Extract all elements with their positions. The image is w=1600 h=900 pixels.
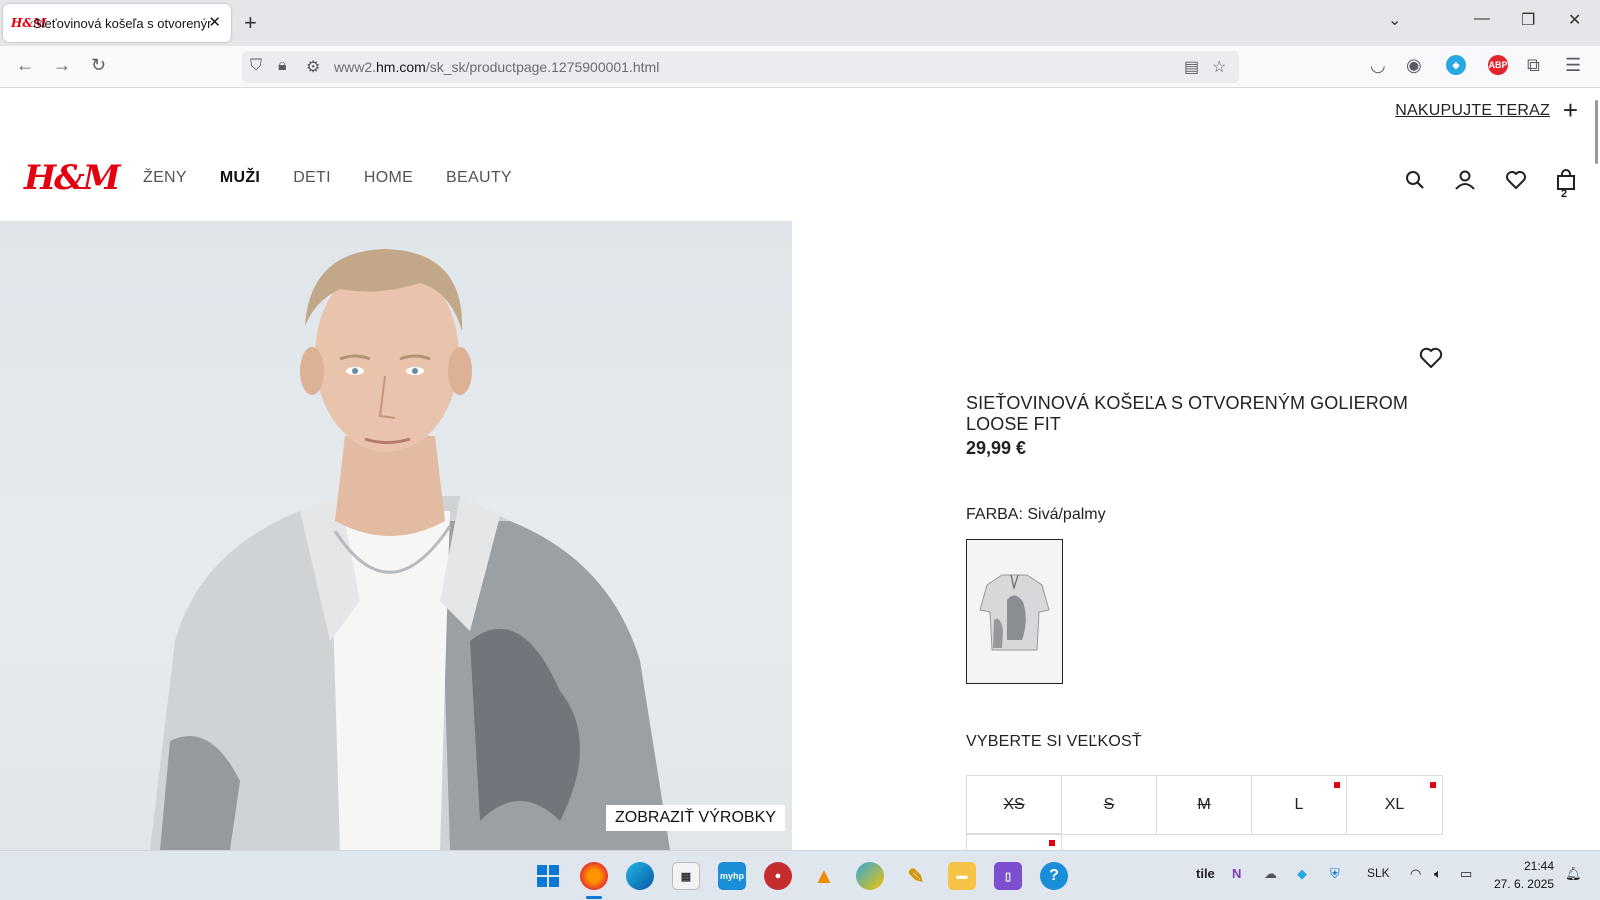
url-bar[interactable]: ⛉ 🔒︎ ⚙ www2.hm.com/sk_sk/productpage.127…	[242, 51, 1239, 83]
color-swatch-gray-palms[interactable]	[966, 539, 1063, 684]
onedrive-cloud-icon[interactable]: ☁	[1264, 866, 1277, 882]
permissions-icon[interactable]: ⚙	[306, 57, 320, 77]
edge-taskbar-icon[interactable]	[626, 862, 654, 890]
minimize-button[interactable]: —	[1474, 10, 1490, 28]
size-option-xs[interactable]: XS	[967, 776, 1062, 834]
windows-start-icon[interactable]	[534, 862, 562, 890]
shop-now-plus-icon[interactable]: +	[1563, 96, 1578, 124]
size-option-l[interactable]: L	[1252, 776, 1347, 834]
product-title: SIEŤOVINOVÁ KOŠEĽA S OTVORENÝM GOLIEROM …	[966, 393, 1408, 434]
bookmark-star-icon[interactable]: ☆	[1212, 57, 1226, 77]
extension-fox-icon[interactable]: ◆	[1446, 55, 1466, 75]
hm-logo[interactable]: H&M	[24, 158, 120, 198]
account-icon[interactable]	[1453, 168, 1477, 192]
browser-toolbar: ← → ↻ ⛉ 🔒︎ ⚙ www2.hm.com/sk_sk/productpa…	[0, 46, 1600, 88]
size-selector: XS S M L XL	[966, 775, 1443, 835]
nav-item-women[interactable]: ŽENY	[143, 169, 187, 187]
firefox-taskbar-icon[interactable]	[580, 862, 608, 890]
lock-icon[interactable]: 🔒︎	[278, 57, 287, 75]
app-red-taskbar-icon[interactable]: ●	[764, 862, 792, 890]
reader-view-icon[interactable]: ▤	[1184, 57, 1199, 77]
few-left-indicator	[1334, 782, 1340, 788]
extensions-puzzle-icon[interactable]: ⧉	[1527, 55, 1540, 76]
reader-taskbar-icon[interactable]: ▯	[994, 862, 1022, 890]
wifi-icon[interactable]: ◠	[1410, 866, 1421, 882]
tab-favicon: H&M	[11, 16, 47, 30]
search-icon[interactable]	[1403, 168, 1427, 192]
nav-item-home[interactable]: HOME	[364, 169, 413, 187]
shirt-thumbnail	[979, 574, 1050, 651]
url-text: www2.hm.com/sk_sk/productpage.1275900001…	[334, 59, 660, 75]
model-illustration	[150, 249, 670, 850]
product-price: 29,99 €	[966, 438, 1027, 458]
adblock-plus-icon[interactable]: ABP	[1488, 55, 1508, 75]
clock-date[interactable]: 27. 6. 2025	[1488, 877, 1554, 891]
reload-icon[interactable]: ↻	[91, 55, 106, 76]
account-icon[interactable]: ◉	[1406, 55, 1422, 76]
active-app-indicator	[586, 896, 602, 899]
pen-taskbar-icon[interactable]: ✎	[902, 862, 930, 890]
color-label: FARBA: Sivá/palmy	[966, 506, 1106, 523]
tab-title: Sieťovinová košeľa s otvoreným	[33, 15, 211, 31]
myhp-taskbar-icon[interactable]: myhp	[718, 862, 746, 890]
nav-item-men[interactable]: MUŽI	[220, 169, 260, 187]
shield-icon[interactable]: ⛉	[250, 57, 262, 75]
vlc-taskbar-icon[interactable]: ▲	[810, 862, 838, 890]
defender-shield-icon[interactable]: ⛨	[1330, 866, 1340, 882]
pocket-icon[interactable]: ◡	[1370, 55, 1386, 76]
tray-tile-icon[interactable]: tile	[1196, 866, 1215, 881]
favorites-heart-icon[interactable]	[1504, 168, 1528, 192]
close-window-button[interactable]: ✕	[1568, 10, 1581, 30]
tab-close-icon[interactable]: ✕	[208, 13, 221, 31]
extension-tray-icon[interactable]: ◆	[1297, 866, 1307, 882]
browser-tab-active[interactable]: H&M Sieťovinová košeľa s otvoreným ✕	[3, 4, 231, 42]
volume-icon[interactable]: 🔈︎	[1434, 866, 1442, 882]
back-icon[interactable]: ←	[16, 55, 34, 76]
page-scrollbar[interactable]	[1595, 100, 1598, 164]
notifications-bell-icon[interactable]: 🔔︎	[1565, 866, 1582, 882]
restore-button[interactable]: ❐	[1521, 10, 1535, 30]
forward-icon[interactable]: →	[53, 55, 71, 76]
menu-hamburger-icon[interactable]: ☰	[1565, 55, 1581, 76]
clock-time[interactable]: 21:44	[1498, 859, 1554, 873]
show-products-button[interactable]: ZOBRAZIŤ VÝROBKY	[606, 805, 785, 831]
nav-item-beauty[interactable]: BEAUTY	[446, 169, 512, 187]
few-left-indicator	[1430, 782, 1436, 788]
size-option-s[interactable]: S	[1062, 776, 1157, 834]
help-taskbar-icon[interactable]: ?	[1040, 862, 1068, 890]
size-option-next-row[interactable]	[966, 833, 1062, 850]
web-page: NAKUPUJTE TERAZ + H&M ŽENY MUŽI DETI HOM…	[0, 88, 1600, 850]
shop-now-link[interactable]: NAKUPUJTE TERAZ	[1395, 102, 1550, 120]
product-photo[interactable]: ZOBRAZIŤ VÝROBKY	[0, 221, 792, 850]
size-select-label: VYBERTE SI VEĽKOSŤ	[966, 733, 1142, 750]
add-to-favorites-heart-icon[interactable]	[1418, 346, 1444, 370]
new-tab-button[interactable]: +	[244, 10, 257, 36]
size-option-xl[interactable]: XL	[1347, 776, 1442, 834]
windows-taskbar: ▦ myhp ● ▲ ✎ ▬ ▯ ? tile N ☁ ◆ ⛨ SLK ◠ 🔈︎…	[0, 850, 1600, 900]
battery-icon[interactable]: ▭	[1460, 866, 1472, 882]
browser-tab-bar: H&M Sieťovinová košeľa s otvoreným ✕ + ⌄…	[0, 0, 1600, 46]
few-left-indicator	[1049, 840, 1055, 846]
main-navigation: ŽENY MUŽI DETI HOME BEAUTY	[143, 169, 545, 187]
size-option-m[interactable]: M	[1157, 776, 1252, 834]
file-explorer-taskbar-icon[interactable]: ▬	[948, 862, 976, 890]
store-taskbar-icon[interactable]: ▦	[672, 862, 700, 890]
language-indicator[interactable]: SLK	[1367, 866, 1390, 880]
cart-count-badge: 2	[1561, 188, 1568, 200]
tab-list-chevron-icon[interactable]: ⌄	[1388, 10, 1401, 30]
python-taskbar-icon[interactable]	[856, 862, 884, 890]
nav-item-kids[interactable]: DETI	[293, 169, 331, 187]
onenote-tray-icon[interactable]: N	[1232, 866, 1241, 881]
